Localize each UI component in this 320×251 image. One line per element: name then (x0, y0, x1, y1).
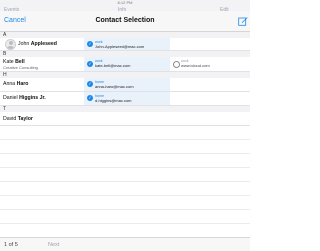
avatar (5, 39, 16, 50)
contact-row-daniel-higgins[interactable]: Daniel Higgins Jr. ✓ home d-higgins@mac.… (0, 92, 250, 106)
contact-name: John Appleseed (18, 41, 57, 47)
contact-name: Daniel Higgins Jr. (3, 95, 46, 101)
contact-last-name: Taylor (17, 116, 33, 122)
empty-row-divider (0, 139, 250, 140)
email-option[interactable]: ✓ work kate-bell@mac.com (84, 57, 170, 71)
contact-name: David Taylor (3, 116, 33, 122)
email-option[interactable]: ✓ home d-higgins@mac.com (84, 92, 170, 105)
email-value: d-higgins@mac.com (95, 98, 132, 103)
email-option[interactable]: ✓ work John-Appleseed@mac.com (84, 38, 170, 50)
empty-row-divider (0, 153, 250, 154)
bottom-toolbar: 1 of 5 Next (0, 237, 250, 251)
checkmark-icon: ✓ (87, 61, 93, 67)
empty-row-divider (0, 167, 250, 168)
email-label: work (95, 39, 103, 44)
contact-first-name: David (3, 116, 17, 122)
contact-name: Kate Bell (3, 59, 25, 65)
contact-last-name: Bell (15, 58, 25, 65)
contact-last-name: Haro (16, 81, 29, 87)
email-option[interactable]: work www.icloud.com (170, 57, 250, 71)
contact-first-name: Anna (3, 81, 16, 87)
checkmark-icon: ✓ (87, 81, 93, 87)
checkmark-icon: ✓ (87, 41, 93, 47)
status-bar: 8:12 PM (0, 0, 250, 7)
contact-last-name: Appleseed (30, 41, 57, 47)
contact-first-name: Kate (3, 58, 14, 65)
email-label: home (95, 79, 104, 84)
email-label: work (181, 58, 189, 63)
email-label: work (95, 58, 103, 63)
email-option[interactable]: ✓ home anna-haro@mac.com (84, 78, 170, 91)
contact-row-david-taylor[interactable]: David Taylor (0, 112, 250, 126)
email-value: www.icloud.com (181, 63, 210, 68)
page-title: Contact Selection (95, 17, 155, 24)
contact-first-name: John (18, 41, 30, 47)
empty-row-divider (0, 181, 250, 182)
contact-name: Anna Haro (3, 81, 28, 87)
contact-row-anna-haro[interactable]: Anna Haro ✓ home anna-haro@mac.com (0, 78, 250, 92)
nav-bar: Cancel Contact Selection (0, 11, 250, 32)
empty-row-divider (0, 223, 250, 224)
email-label: home (95, 93, 104, 98)
page-indicator: 1 of 5 (4, 242, 18, 248)
next-button[interactable]: Next (48, 242, 59, 248)
checkmark-icon: ✓ (87, 95, 93, 101)
empty-row-divider (0, 209, 250, 210)
email-value: anna-haro@mac.com (95, 84, 134, 89)
compose-icon[interactable] (238, 16, 248, 26)
contact-first-name: Daniel (3, 95, 18, 101)
contact-last-name: Higgins Jr. (19, 95, 46, 101)
contact-row-john-appleseed[interactable]: John Appleseed ✓ work John-Appleseed@mac… (0, 38, 250, 51)
empty-row-divider (0, 195, 250, 196)
contact-company: Creative Consulting (3, 65, 38, 70)
email-value: kate-bell@mac.com (95, 63, 131, 68)
email-value: John-Appleseed@mac.com (95, 44, 145, 49)
unselected-circle-icon (173, 61, 180, 68)
contact-row-kate-bell[interactable]: Kate Bell Creative Consulting ✓ work kat… (0, 57, 250, 72)
status-time: 8:12 PM (117, 0, 133, 5)
